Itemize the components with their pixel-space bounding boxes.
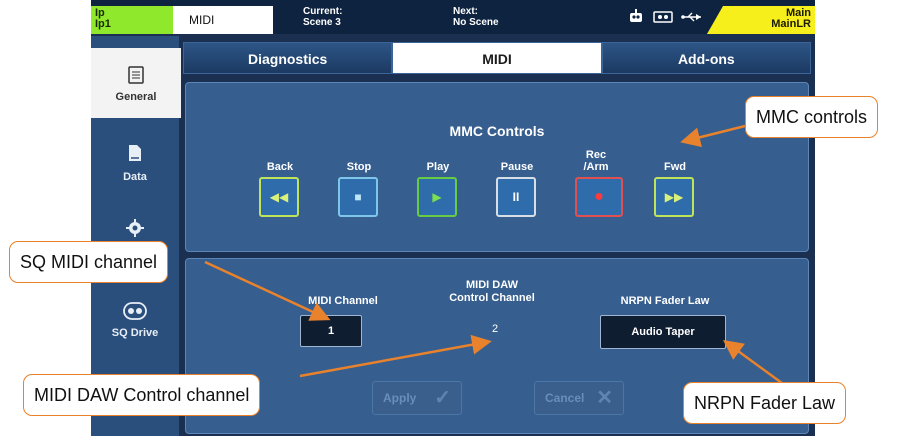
mmc-callout: MMC controls [745, 96, 879, 138]
sq-midi-callout-arrow [204, 260, 331, 321]
nrpn-callout-arrow [722, 340, 787, 388]
mmc-callout-arrow [680, 124, 746, 148]
nrpn-callout: NRPN Fader Law [683, 382, 847, 424]
daw-callout: MIDI DAW Control channel [23, 374, 261, 416]
daw-callout-arrow [299, 334, 492, 378]
sq-midi-callout: SQ MIDI channel [9, 241, 169, 283]
callout-arrows [204, 124, 787, 388]
